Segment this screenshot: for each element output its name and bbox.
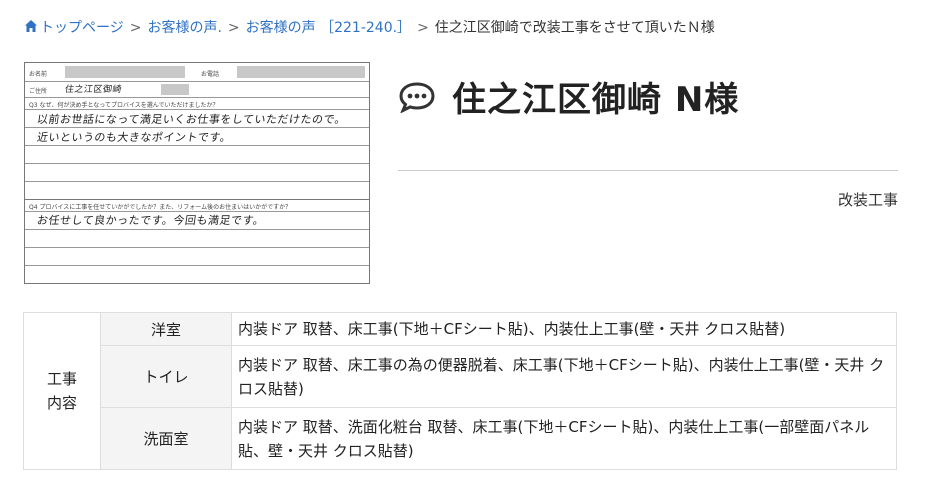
- room-label: トイレ: [100, 345, 232, 408]
- breadcrumb: トップページ > お客様の声. > お客様の声 ［221-240.］ > 住之江区御崎で改装…: [24, 18, 715, 38]
- survey-q4: Q4 プロバイスに工事を任せていかがでしたか？また、リフォーム後のお住まいはいか…: [29, 204, 292, 211]
- page-title: 住之江区御崎 N様: [452, 80, 740, 120]
- breadcrumb-separator: >: [227, 20, 240, 36]
- survey-q3: Q3 なぜ、何が決め手となってプロバイスを選んでいただけましたか？: [29, 102, 219, 109]
- room-work-content: 内装ドア 取替、洗面化粧台 取替、床工事(下地＋CFシート貼)、内装仕上工事(一…: [231, 407, 897, 470]
- page-header: 住之江区御崎 N様: [398, 72, 739, 120]
- survey-q3-answer-1: 以前お世話になって満足いくお仕事をしていただけたので。: [36, 113, 348, 126]
- work-content-label-text: 工事内容: [46, 370, 77, 412]
- room-label: 洗面室: [100, 407, 232, 470]
- customer-survey-image[interactable]: お名前 お電話 ご住所 住之江区御崎 Q3 なぜ、何が決め手となってプロバイスを…: [24, 62, 370, 284]
- survey-address-label: ご住所: [29, 88, 48, 95]
- room-label: 洋室: [100, 312, 232, 346]
- room-work-content: 内装ドア 取替、床工事の為の便器脱着、床工事(下地＋CFシート貼)、内装仕上工事…: [231, 345, 897, 408]
- breadcrumb-current: 住之江区御崎で改装工事をさせて頂いたＮ様: [434, 20, 715, 36]
- breadcrumb-separator: >: [129, 20, 142, 36]
- breadcrumb-voices-range-link[interactable]: お客様の声 ［221-240.］: [246, 20, 411, 36]
- speech-bubble-icon: [399, 81, 435, 113]
- table-row: 工事内容 洋室 内装ドア 取替、床工事(下地＋CFシート貼)、内装仕上工事(壁・…: [23, 312, 897, 470]
- table-row: 洗面室 内装ドア 取替、洗面化粧台 取替、床工事(下地＋CFシート貼)、内装仕上…: [24, 407, 897, 470]
- redacted-phone: [237, 66, 365, 78]
- redacted-name: [65, 66, 185, 78]
- work-category: 改装工事: [837, 191, 898, 209]
- survey-address-hand: 住之江区御崎: [64, 85, 123, 95]
- table-row: トイレ 内装ドア 取替、床工事の為の便器脱着、床工事(下地＋CFシート貼)、内装…: [24, 345, 897, 408]
- breadcrumb-separator: >: [417, 20, 429, 36]
- survey-q3-answer-2: 近いというのも大きなポイントです。: [36, 131, 233, 144]
- header-divider: [398, 170, 898, 171]
- home-icon[interactable]: [24, 19, 38, 33]
- survey-q4-answer-1: お任せして良かったです。今回も満足です。: [36, 214, 266, 227]
- survey-name-label: お名前: [29, 71, 48, 78]
- work-details-table: 工事内容 洋室 内装ドア 取替、床工事(下地＋CFシート貼)、内装仕上工事(壁・…: [23, 312, 897, 470]
- room-work-content: 内装ドア 取替、床工事(下地＋CFシート貼)、内装仕上工事(壁・天井 クロス貼替…: [231, 312, 897, 346]
- breadcrumb-home-link[interactable]: トップページ: [40, 20, 124, 36]
- survey-phone-label: お電話: [201, 71, 220, 78]
- breadcrumb-voices-link[interactable]: お客様の声.: [147, 20, 221, 36]
- work-content-label: 工事内容: [23, 312, 101, 470]
- redacted-address: [161, 84, 189, 95]
